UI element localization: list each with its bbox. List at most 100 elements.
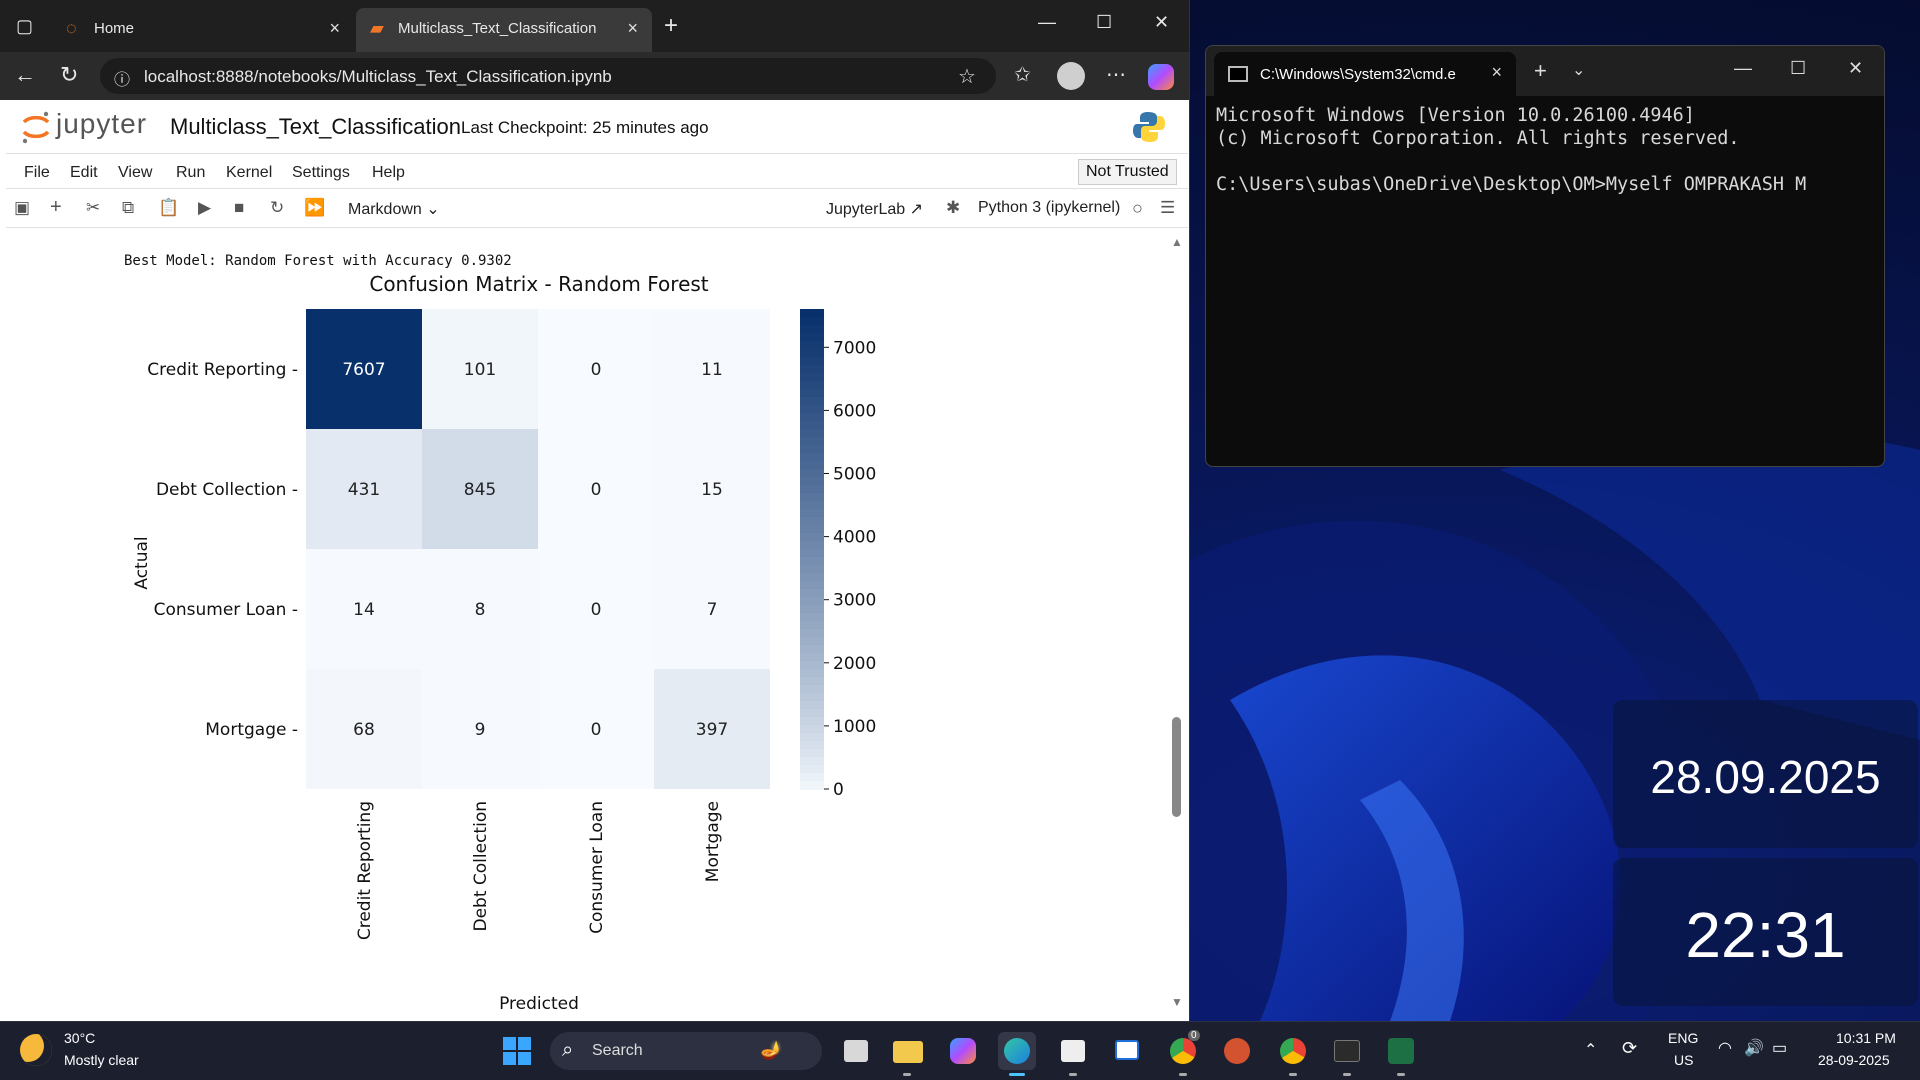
microsoft-store-icon[interactable] (1054, 1032, 1092, 1076)
scroll-up-icon[interactable]: ▲ (1171, 235, 1183, 249)
menu-kernel[interactable]: Kernel (226, 164, 272, 182)
menu-settings[interactable]: Settings (292, 164, 350, 182)
chevron-up-icon[interactable]: ⌃ (1584, 1040, 1597, 1060)
new-tab-icon[interactable]: + (664, 12, 678, 40)
chrome-profile-icon[interactable] (1274, 1032, 1312, 1076)
taskbar-clock-time[interactable]: 10:31 PM (1836, 1030, 1896, 1046)
not-trusted-button[interactable]: Not Trusted (1078, 159, 1177, 185)
cell-value-label: 101 (464, 360, 496, 380)
menu-run[interactable]: Run (176, 164, 205, 182)
weather-desc[interactable]: Mostly clear (64, 1052, 139, 1068)
close-icon[interactable]: × (1491, 62, 1502, 83)
chevron-down-icon[interactable]: ⌄ (1572, 60, 1585, 80)
save-icon[interactable]: ▣ (14, 198, 30, 218)
cmd-output[interactable]: Microsoft Windows [Version 10.0.26100.49… (1216, 104, 1806, 196)
back-icon[interactable]: ← (14, 62, 36, 88)
cell-value-label: 9 (475, 720, 486, 740)
menu-help[interactable]: Help (372, 164, 405, 182)
output-best-model: Best Model: Random Forest with Accuracy … (124, 253, 512, 269)
sync-icon[interactable]: ⟳ (1622, 1038, 1637, 1059)
chrome-icon[interactable]: 0 (1164, 1030, 1202, 1076)
colorbar-segment (800, 613, 824, 622)
favorite-star-icon[interactable]: ☆ (958, 64, 976, 89)
excel-icon[interactable] (1382, 1032, 1420, 1076)
colorbar-segment (800, 357, 824, 366)
menu-file[interactable]: File (24, 164, 50, 182)
kernel-name[interactable]: Python 3 (ipykernel) (978, 199, 1120, 217)
colorbar-segment (800, 493, 824, 502)
remote-desktop-icon[interactable] (1108, 1032, 1146, 1070)
moon-weather-icon[interactable] (20, 1034, 52, 1066)
add-cell-icon[interactable]: + (50, 196, 62, 219)
cell-value-label: 431 (348, 480, 380, 500)
chevron-down-icon: ⌄ (426, 201, 440, 218)
jupyter-logo-icon (22, 111, 50, 144)
colorbar-segment (800, 485, 824, 494)
start-button[interactable] (498, 1032, 536, 1070)
colorbar-segment (800, 549, 824, 558)
run-all-icon[interactable]: ⏩ (304, 198, 325, 218)
tab-notebook[interactable]: ▰ Multiclass_Text_Classification × (356, 8, 652, 52)
scrollbar-thumb[interactable] (1172, 717, 1181, 817)
colorbar-segment (800, 333, 824, 342)
notebook-title[interactable]: Multiclass_Text_Classification (170, 114, 461, 140)
colorbar-segment (800, 581, 824, 590)
taskbar-search[interactable]: ⌕ Search 🪔 (550, 1032, 822, 1070)
copilot-icon[interactable] (1148, 64, 1174, 90)
cell-type-select[interactable]: Markdown ⌄ (348, 199, 440, 219)
battery-icon[interactable]: ▭ (1772, 1038, 1787, 1058)
colorbar-segment (800, 461, 824, 470)
colorbar-segment (800, 397, 824, 406)
copilot-app-icon[interactable] (944, 1032, 982, 1070)
widget-time: 22:31 (1685, 899, 1846, 971)
colorbar-segment (800, 757, 824, 766)
scroll-down-icon[interactable]: ▼ (1171, 995, 1183, 1009)
minimize-icon[interactable]: — (1734, 58, 1752, 79)
weather-temp[interactable]: 30°C (64, 1030, 95, 1046)
powerpoint-icon[interactable] (1218, 1032, 1256, 1070)
taskbar-clock-date[interactable]: 28-09-2025 (1818, 1052, 1890, 1068)
maximize-icon[interactable]: ☐ (1790, 58, 1806, 79)
edge-browser-icon[interactable] (998, 1032, 1036, 1076)
site-info-icon[interactable]: ⓘ (114, 66, 130, 90)
debugger-icon[interactable]: ✱ (946, 198, 960, 218)
minimize-icon[interactable]: — (1038, 12, 1056, 33)
close-icon[interactable]: × (627, 18, 638, 39)
browser-window: ▢ ◌ Home × ▰ Multiclass_Text_Classificat… (0, 0, 1190, 1021)
cmd-tab[interactable]: C:\Windows\System32\cmd.e × (1214, 52, 1516, 96)
kernel-status-icon: ○ (1132, 198, 1143, 218)
url-input[interactable]: ⓘ localhost:8888/notebooks/Multiclass_Te… (100, 58, 996, 94)
close-window-icon[interactable]: ✕ (1154, 12, 1169, 33)
task-view-icon[interactable] (836, 1032, 874, 1070)
copy-icon[interactable]: ⧉ (122, 198, 134, 218)
more-menu-icon[interactable]: ⋯ (1106, 62, 1126, 87)
paste-icon[interactable]: 📋 (158, 198, 179, 218)
region-code[interactable]: US (1674, 1052, 1693, 1068)
stop-icon[interactable]: ■ (234, 198, 244, 218)
wifi-icon[interactable]: ◠ (1718, 1038, 1732, 1058)
cmd-window: C:\Windows\System32\cmd.e × + ⌄ — ☐ ✕ Mi… (1205, 45, 1885, 467)
language-code[interactable]: ENG (1668, 1030, 1698, 1046)
run-icon[interactable]: ▶ (198, 198, 211, 218)
new-tab-icon[interactable]: + (1534, 58, 1547, 84)
restart-icon[interactable]: ↻ (270, 198, 284, 218)
tab-actions-icon[interactable]: ▢ (16, 16, 33, 37)
cut-icon[interactable]: ✂ (86, 198, 100, 218)
file-explorer-icon[interactable] (888, 1032, 926, 1076)
close-window-icon[interactable]: ✕ (1848, 58, 1863, 79)
refresh-icon[interactable]: ↻ (60, 62, 78, 88)
notebook-scrollbar[interactable]: ▲ ▼ (1168, 229, 1186, 1014)
menu-view[interactable]: View (118, 164, 152, 182)
colorbar-segment (800, 509, 824, 518)
hamburger-menu-icon[interactable]: ☰ (1160, 198, 1175, 218)
menu-edit[interactable]: Edit (70, 164, 98, 182)
maximize-icon[interactable]: ☐ (1096, 12, 1112, 33)
volume-icon[interactable]: 🔊 (1744, 1038, 1764, 1058)
terminal-icon[interactable] (1328, 1032, 1366, 1076)
profile-avatar[interactable] (1057, 62, 1085, 90)
tab-home[interactable]: ◌ Home × (52, 8, 354, 52)
close-icon[interactable]: × (329, 18, 340, 39)
favorites-icon[interactable]: ✩ (1014, 62, 1031, 87)
jupyterlab-link[interactable]: JupyterLab ↗ (826, 199, 923, 219)
cell-value-label: 7 (707, 600, 718, 620)
